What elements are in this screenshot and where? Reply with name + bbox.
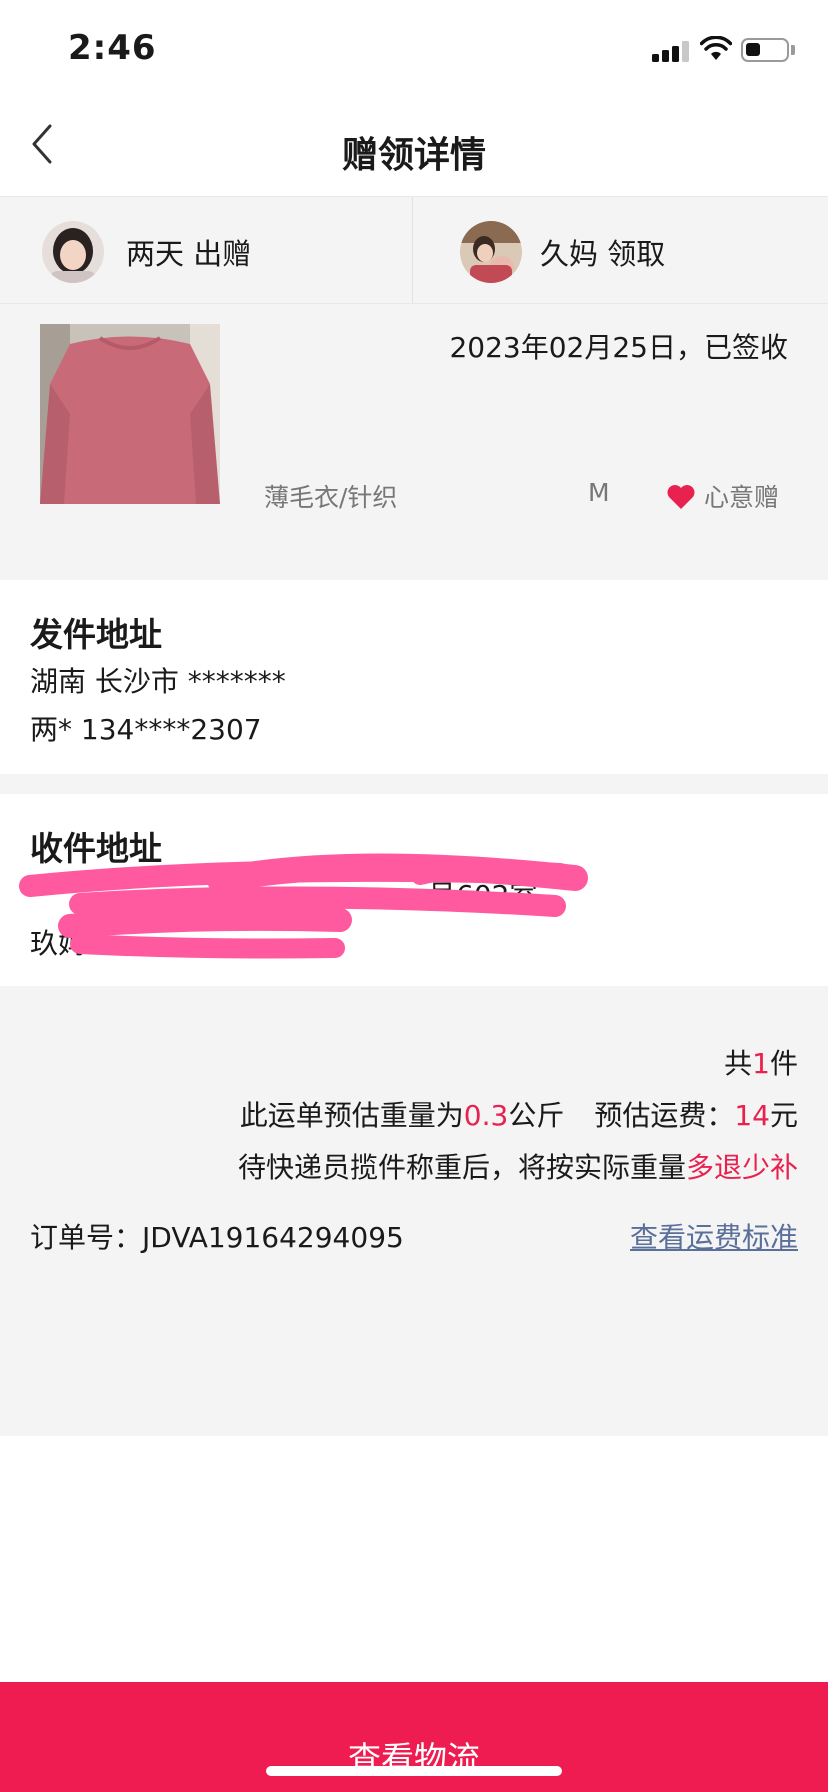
home-indicator xyxy=(266,1766,562,1776)
sender-address-title: 发件地址 xyxy=(30,615,162,654)
receiver-contact-line: 玖妈 xyxy=(30,927,87,960)
heart-icon xyxy=(667,485,695,509)
item-size: M xyxy=(588,478,610,507)
shipping-summary: 共1件 此运单预估重量为0.3公斤 预估运费：14元 待快递员揽件称重后，将按实际… xyxy=(0,986,828,1436)
receiver-profile[interactable]: 久妈 领取 xyxy=(414,197,827,303)
fee-standard-link[interactable]: 查看运费标准 xyxy=(630,1216,798,1256)
giver-name: 两天 出赠 xyxy=(126,237,252,271)
weight-fee-line: 此运单预估重量为0.3公斤 预估运费：14元 xyxy=(239,1099,798,1132)
item-date-status: 2023年02月25日，已签收 xyxy=(449,331,788,364)
item-count: 共1件 xyxy=(724,1047,798,1080)
receiver-avatar[interactable] xyxy=(460,221,522,283)
receiver-address-title: 收件地址 xyxy=(30,829,162,868)
wifi-icon xyxy=(700,36,732,60)
giver-avatar[interactable] xyxy=(42,221,104,283)
battery-icon xyxy=(741,38,789,62)
receiver-address-line: 号602室 xyxy=(428,879,538,912)
refund-notice: 待快递员揽件称重后，将按实际重量多退少补 xyxy=(237,1151,798,1184)
item-category: 薄毛衣/针织 xyxy=(264,483,398,512)
receiver-name: 久妈 领取 xyxy=(540,237,666,271)
section-divider xyxy=(0,774,828,794)
item-photo[interactable] xyxy=(40,324,220,504)
giver-profile[interactable]: 两天 出赠 xyxy=(0,197,413,303)
cellular-signal-icon xyxy=(652,40,692,62)
status-bar: 2:46 xyxy=(0,0,828,96)
status-time: 2:46 xyxy=(68,28,157,68)
sender-address-line: 湖南 长沙市 ******* xyxy=(30,665,286,698)
item-card[interactable]: 2023年02月25日，已签收 薄毛衣/针织 M 心意赠 xyxy=(0,304,828,580)
order-number: 订单号：JDVA19164294095 xyxy=(30,1221,404,1254)
parties-row: 两天 出赠 久妈 领取 xyxy=(0,196,828,304)
navigation-bar: 赠领详情 xyxy=(0,96,828,196)
receiver-address-section: 收件地址 号602室 玖妈 xyxy=(0,794,828,986)
page-title: 赠领详情 xyxy=(341,135,486,176)
sender-contact-line: 两* 134****2307 xyxy=(30,713,262,746)
sender-address-section: 发件地址 湖南 长沙市 ******* 两* 134****2307 xyxy=(0,580,828,774)
gift-type-label: 心意赠 xyxy=(704,483,780,512)
